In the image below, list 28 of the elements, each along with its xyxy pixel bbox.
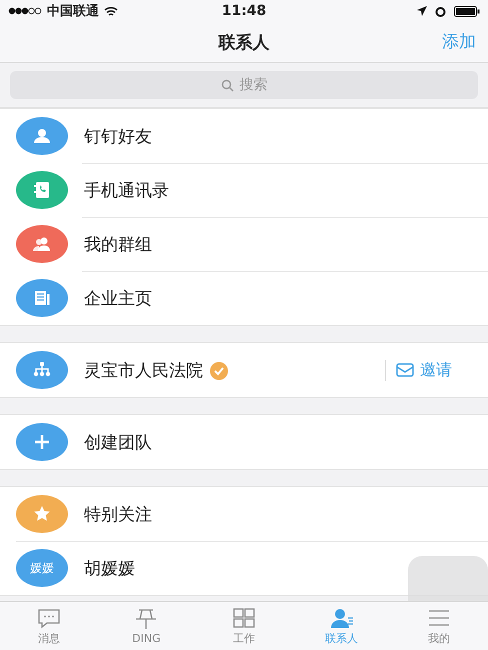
contact-item-label: 灵宝市人民法院 — [84, 360, 203, 380]
contact-item-label: 特别关注 — [84, 504, 152, 524]
search-placeholder: 搜索 — [240, 76, 268, 94]
page-title: 联系人 — [218, 32, 270, 54]
mail-icon — [396, 363, 414, 377]
contacts-icon — [328, 606, 355, 630]
contact-item-label: 创建团队 — [84, 432, 152, 452]
search-icon — [220, 78, 234, 92]
contact-list-item[interactable]: 企业主页 — [0, 271, 488, 325]
contact-list-item[interactable]: 特别关注 — [0, 487, 488, 541]
contact-item-label: 胡媛媛 — [84, 558, 135, 578]
location-icon — [417, 6, 428, 16]
contact-item-label: 手机通讯录 — [84, 180, 169, 200]
contact-list-item[interactable]: 创建团队 — [0, 415, 488, 469]
contact-item-label: 我的群组 — [84, 234, 152, 254]
battery-icon — [454, 6, 480, 16]
status-time: 11:48 — [222, 3, 266, 19]
contact-list-item[interactable]: 灵宝市人民法院 邀请 — [0, 343, 488, 397]
carrier-name: 中国联通 — [47, 3, 99, 20]
contact-item-label: 企业主页 — [84, 288, 152, 308]
signal-icon — [8, 7, 42, 15]
contact-list-item[interactable]: 手机通讯录 — [0, 163, 488, 217]
contact-list-item[interactable]: 我的群组 — [0, 217, 488, 271]
grid-icon — [230, 606, 257, 630]
contact-list-item[interactable]: 钉钉好友 — [0, 109, 488, 163]
contact-item-label: 钉钉好友 — [84, 126, 152, 146]
wifi-icon — [104, 6, 118, 16]
avatar: 媛媛 — [16, 549, 68, 587]
